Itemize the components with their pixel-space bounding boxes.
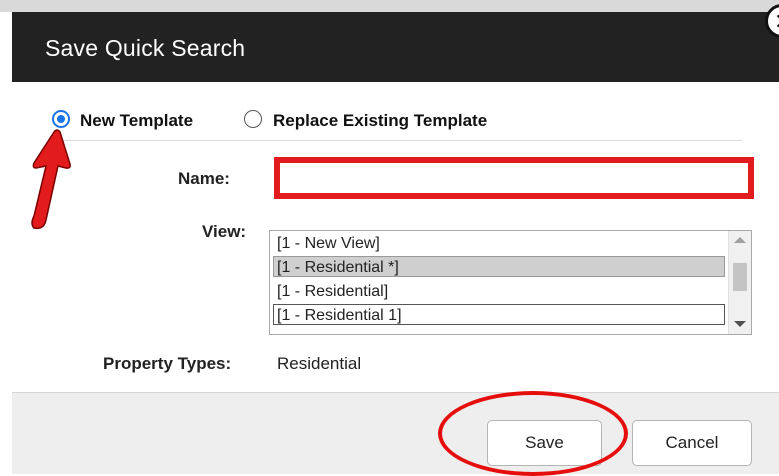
view-label: View: (202, 222, 247, 241)
dialog-titlebar: Save Quick Search (12, 12, 779, 82)
radio-new-template-label[interactable]: New Template (80, 111, 193, 131)
property-types-label: Property Types: (103, 354, 232, 373)
view-option-selected[interactable]: [1 - Residential *] (273, 256, 725, 277)
radio-replace-existing-template-label[interactable]: Replace Existing Template (273, 111, 487, 131)
close-icon: ✕ (774, 9, 779, 35)
view-option[interactable]: [1 - Residential] (273, 280, 725, 301)
scroll-up-arrow-icon[interactable] (734, 237, 746, 243)
template-mode-group: New Template Replace Existing Template (52, 110, 742, 134)
save-button[interactable]: Save (487, 420, 602, 466)
name-input[interactable] (274, 157, 754, 199)
scroll-down-arrow-icon[interactable] (734, 321, 746, 327)
name-label: Name: (178, 169, 230, 188)
dialog-footer: Save Cancel (12, 392, 779, 474)
radio-new-template[interactable] (52, 110, 70, 128)
divider (52, 140, 742, 141)
property-types-value: Residential (277, 354, 362, 373)
scroll-thumb[interactable] (733, 263, 747, 291)
radio-replace-existing-template[interactable] (244, 110, 262, 128)
view-option[interactable]: [1 - Residential 1] (273, 304, 725, 325)
cancel-button[interactable]: Cancel (632, 420, 752, 466)
view-listbox-scrollbar[interactable] (728, 231, 751, 334)
save-quick-search-dialog: Save Quick Search ✕ New Template Replace… (12, 4, 779, 474)
view-option[interactable]: [1 - New View] (273, 232, 725, 253)
view-listbox[interactable]: [1 - New View] [1 - Residential *] [1 - … (269, 230, 752, 335)
dialog-title: Save Quick Search (45, 35, 246, 61)
background-strip (0, 0, 779, 12)
